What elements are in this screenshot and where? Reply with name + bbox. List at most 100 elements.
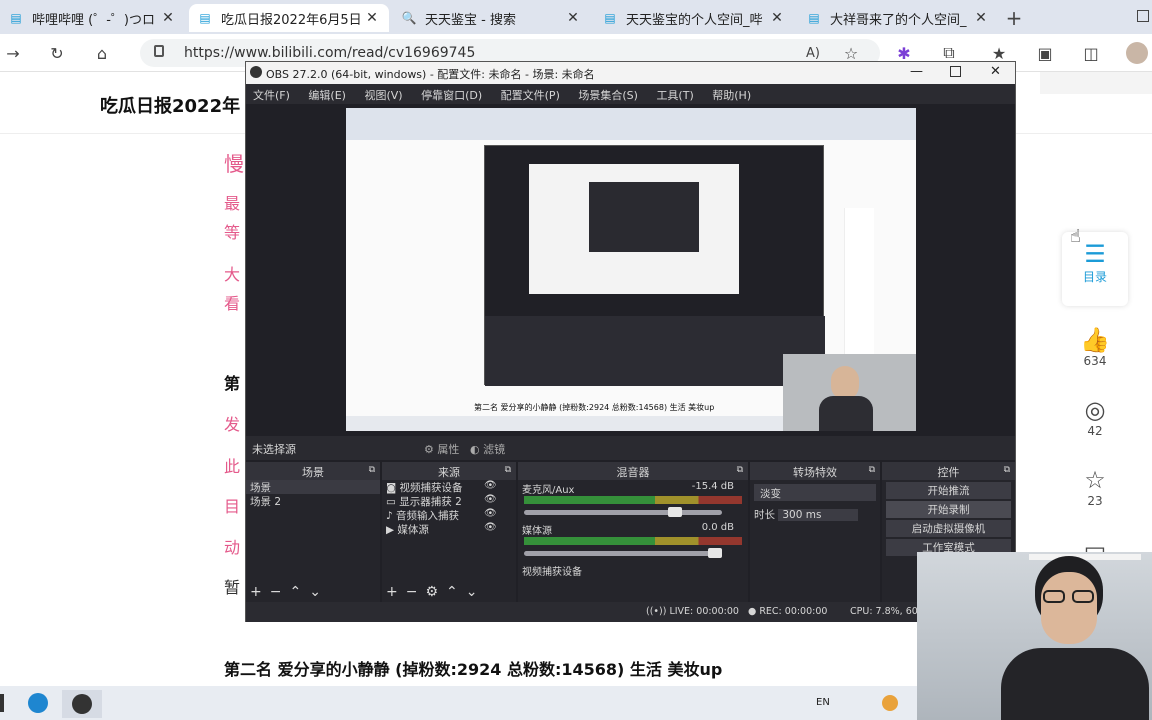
- language-indicator[interactable]: EN: [816, 697, 830, 708]
- favorite-button[interactable]: ☆ 23: [1062, 458, 1128, 532]
- close-icon[interactable]: ✕: [564, 10, 582, 26]
- eye-icon[interactable]: 👁: [484, 494, 497, 505]
- toc-label: 目录: [1082, 270, 1107, 284]
- preview-browser-chrome: [346, 108, 916, 140]
- scene-item[interactable]: 场景 2: [246, 494, 380, 508]
- start-streaming-button[interactable]: 开始推流: [886, 482, 1011, 499]
- person-body: [1001, 648, 1149, 720]
- down-icon[interactable]: ⌄: [309, 584, 329, 600]
- start-recording-button[interactable]: 开始录制: [886, 501, 1011, 518]
- cursor-icon: ☝: [1070, 226, 1081, 247]
- favorite-count: 23: [1087, 494, 1103, 508]
- coin-count: 42: [1087, 424, 1103, 438]
- scene-toolbar: +−⌃⌄: [250, 584, 329, 600]
- tab-bilibili-home[interactable]: ▤ 哔哩哔哩 (゜-゜)つロ 干杯~ ✕: [0, 4, 185, 32]
- properties-label: 属性: [437, 443, 460, 456]
- coin-button[interactable]: ◎ 42: [1062, 388, 1128, 462]
- menu-edit[interactable]: 编辑(E): [301, 84, 354, 103]
- volume-slider[interactable]: [524, 507, 722, 517]
- float-icon[interactable]: ⧉: [737, 465, 743, 475]
- collections-icon[interactable]: ▣: [1034, 42, 1056, 64]
- tab-search[interactable]: 🔍 天天鉴宝 - 搜索 ✕: [393, 4, 590, 32]
- up-icon[interactable]: ⌃: [289, 584, 309, 600]
- menu-help[interactable]: 帮助(H): [705, 84, 759, 103]
- close-icon[interactable]: ✕: [972, 10, 990, 26]
- menu-profile[interactable]: 配置文件(P): [494, 84, 568, 103]
- virtual-camera-button[interactable]: 启动虚拟摄像机: [886, 520, 1011, 537]
- slider-handle[interactable]: [668, 507, 683, 517]
- add-icon[interactable]: +: [386, 584, 406, 600]
- cpu-readout: CPU: 7.8%, 60: [850, 606, 918, 617]
- properties-button[interactable]: ⚙ 属性: [424, 439, 474, 457]
- float-icon[interactable]: ⧉: [869, 465, 875, 475]
- eye-icon[interactable]: 👁: [484, 508, 497, 519]
- maximize-icon[interactable]: [1137, 10, 1149, 22]
- obs-taskbar-button[interactable]: [62, 690, 102, 718]
- screen: ▤ 哔哩哔哩 (゜-゜)つロ 干杯~ ✕ ▤ 吃瓜日报2022年6月5日 ✕ 🔍…: [0, 0, 1152, 720]
- history-icon[interactable]: ◫: [1080, 42, 1102, 64]
- sources-dock: 来源 ⧉ ◙ 视频捕获设备 👁 ▭ 显示器捕获 2 👁 ♪ 音频输入捕获 👁 ▶ 媒体源…: [382, 462, 516, 602]
- lock-icon: [154, 45, 164, 57]
- like-button[interactable]: 👍 634: [1062, 318, 1128, 392]
- menu-scene-collection[interactable]: 场景集合(S): [571, 84, 646, 103]
- float-icon[interactable]: ⧉: [505, 465, 511, 475]
- eye-icon[interactable]: 👁: [484, 522, 497, 533]
- no-source-label: 未选择源: [252, 443, 296, 456]
- slider-handle[interactable]: [708, 548, 722, 558]
- browser-tab-strip: ▤ 哔哩哔哩 (゜-゜)つロ 干杯~ ✕ ▤ 吃瓜日报2022年6月5日 ✕ 🔍…: [0, 0, 1152, 34]
- new-tab-button[interactable]: +: [1003, 6, 1025, 30]
- remove-icon[interactable]: −: [406, 584, 426, 600]
- menu-file[interactable]: 文件(F): [246, 84, 298, 103]
- gear-icon[interactable]: ⚙: [425, 584, 446, 600]
- volume-meter: [524, 537, 742, 545]
- preview-webcam: [783, 354, 916, 431]
- maximize-icon[interactable]: [950, 66, 961, 77]
- source-item[interactable]: ▭ 显示器捕获 2 👁: [382, 494, 516, 508]
- close-icon[interactable]: ✕: [768, 10, 786, 26]
- close-icon[interactable]: ✕: [990, 64, 1001, 79]
- profile-avatar[interactable]: [1126, 42, 1148, 64]
- home-icon[interactable]: ⌂: [91, 42, 113, 64]
- tab-space-1[interactable]: ▤ 天天鉴宝的个人空间_哔 ✕: [594, 4, 794, 32]
- close-icon[interactable]: ✕: [363, 10, 381, 26]
- volume-slider[interactable]: [524, 548, 722, 558]
- menu-view[interactable]: 视图(V): [357, 84, 410, 103]
- refresh-icon[interactable]: ↻: [46, 42, 68, 64]
- tab-article[interactable]: ▤ 吃瓜日报2022年6月5日 ✕: [189, 4, 389, 32]
- sources-header: 来源: [438, 466, 460, 479]
- add-icon[interactable]: +: [250, 584, 270, 600]
- remove-icon[interactable]: −: [270, 584, 290, 600]
- eye-icon[interactable]: 👁: [484, 480, 497, 491]
- tab-title: 哔哩哔哩 (゜-゜)つロ 干杯~: [32, 12, 159, 28]
- minimize-icon[interactable]: —: [910, 64, 923, 79]
- forward-icon[interactable]: →: [2, 42, 24, 64]
- scene-item[interactable]: 场景: [246, 480, 380, 494]
- comment-button[interactable]: ▭: [1062, 528, 1128, 564]
- menu-docks[interactable]: 停靠窗口(D): [414, 84, 490, 103]
- duration-input[interactable]: 300 ms: [778, 509, 859, 521]
- start-edge[interactable]: [0, 694, 4, 712]
- url-text: https://www.bilibili.com/read/cv16969745: [184, 45, 476, 61]
- source-item[interactable]: ◙ 视频捕获设备 👁: [382, 480, 516, 494]
- float-icon[interactable]: ⧉: [369, 465, 375, 475]
- scenes-dock: 场景 ⧉ 场景 场景 2 +−⌃⌄: [246, 462, 380, 602]
- tab-space-2[interactable]: ▤ 大祥哥来了的个人空间_ ✕: [798, 4, 998, 32]
- mixer-channel: 麦克风/Aux -15.4 dB: [522, 481, 734, 496]
- tray-icon[interactable]: [882, 695, 898, 711]
- up-icon[interactable]: ⌃: [446, 584, 466, 600]
- down-icon[interactable]: ⌄: [466, 584, 486, 600]
- transition-select[interactable]: 淡变: [754, 484, 876, 501]
- bilibili-icon: ▤: [199, 11, 211, 25]
- close-icon[interactable]: ✕: [159, 10, 177, 26]
- text-snippet: 发: [224, 415, 241, 434]
- obs-title: OBS 27.2.0 (64-bit, windows) - 配置文件: 未命名…: [266, 68, 595, 81]
- float-icon[interactable]: ⧉: [1004, 465, 1010, 475]
- filters-button[interactable]: ◐ 滤镜: [470, 439, 516, 457]
- obs-preview[interactable]: 第二名 爱分享的小静静 (掉粉数:2924 总粉数:14568) 生活 美妆up: [346, 108, 916, 431]
- source-item[interactable]: ♪ 音频输入捕获 👁: [382, 508, 516, 522]
- controls-header: 控件: [937, 466, 960, 479]
- camera-icon: ◙: [386, 482, 397, 494]
- menu-tools[interactable]: 工具(T): [649, 84, 701, 103]
- source-item[interactable]: ▶ 媒体源 👁: [382, 522, 516, 536]
- edge-taskbar-icon[interactable]: [28, 693, 48, 713]
